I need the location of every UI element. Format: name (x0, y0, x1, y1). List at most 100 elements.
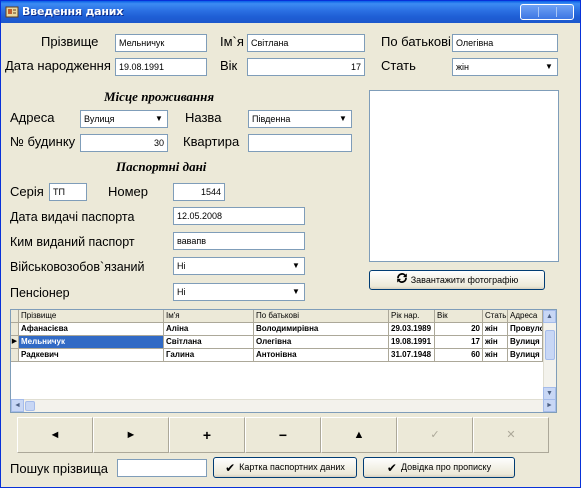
column-header[interactable]: Ім'я (164, 310, 254, 323)
table-cell[interactable]: Мельничук (19, 336, 164, 349)
sex-select[interactable]: жін ▼ (452, 58, 558, 76)
nav-insert-button[interactable]: + (169, 417, 245, 453)
issue-date-field[interactable]: 12.05.2008 (173, 207, 305, 225)
address-label: Адреса (10, 110, 55, 125)
birthdate-field[interactable]: 19.08.1991 (115, 58, 207, 76)
registration-certificate-button[interactable]: ✔ Довідка про прописку (363, 457, 515, 478)
birthdate-label: Дата народження (5, 58, 111, 73)
chevron-down-icon[interactable]: ▼ (152, 112, 166, 126)
search-input[interactable] (117, 459, 207, 477)
pensioner-label: Пенсіонер (10, 286, 70, 300)
street-select[interactable]: Південна ▼ (248, 110, 352, 128)
upload-photo-label: Завантажити фотографію (410, 275, 519, 285)
table-cell[interactable]: 31.07.1948 (389, 349, 435, 362)
series-field[interactable]: ТП (49, 183, 87, 201)
table-cell[interactable]: жін (483, 349, 508, 362)
scroll-right-icon[interactable]: ► (543, 399, 556, 412)
residence-heading: Місце проживання (104, 89, 215, 104)
table-row-selected[interactable]: ▶ Мельничук Світлана Олегівна 19.08.1991… (11, 336, 543, 349)
address-type-select[interactable]: Вулиця ▼ (80, 110, 168, 128)
table-cell[interactable]: 17 (435, 336, 483, 349)
table-cell[interactable]: Провулок (508, 323, 543, 336)
military-label: Військовозобов`язаний (10, 260, 145, 274)
app-window: Введення даних Прізвище Мельничук Ім`я С… (0, 0, 581, 488)
house-field[interactable]: 30 (80, 134, 168, 152)
title-bar: Введення даних (1, 1, 580, 23)
table-cell[interactable]: Олегівна (254, 336, 389, 349)
nav-cancel-button[interactable]: ✕ (473, 417, 549, 453)
military-select[interactable]: Ні ▼ (173, 257, 305, 275)
table-cell[interactable]: 20 (435, 323, 483, 336)
window-title: Введення даних (22, 5, 124, 18)
street-value: Південна (252, 114, 291, 124)
window-controls[interactable] (520, 4, 574, 20)
chevron-down-icon[interactable]: ▼ (336, 112, 350, 126)
issued-by-label: Ким виданий паспорт (10, 235, 135, 249)
chevron-down-icon[interactable]: ▼ (542, 60, 556, 74)
horizontal-scrollbar[interactable]: ◄ ► (11, 399, 556, 412)
number-field[interactable]: 1544 (173, 183, 225, 201)
apartment-field[interactable] (248, 134, 352, 152)
scroll-thumb[interactable] (545, 330, 555, 360)
table-cell[interactable]: Володимирівна (254, 323, 389, 336)
age-field[interactable]: 17 (247, 58, 365, 76)
address-type-value: Вулиця (84, 114, 115, 124)
nav-edit-button[interactable]: ▲ (321, 417, 397, 453)
number-label: Номер (108, 184, 149, 199)
nav-prior-button[interactable]: ◄ (17, 417, 93, 453)
column-header[interactable]: Стать (483, 310, 508, 323)
series-label: Серія (10, 184, 44, 199)
patronymic-field[interactable]: Олегівна (452, 34, 558, 52)
issued-by-field[interactable]: вавапв (173, 232, 305, 250)
column-header[interactable]: Рік нар. (389, 310, 435, 323)
table-cell[interactable]: жін (483, 323, 508, 336)
passport-heading: Паспортні дані (116, 159, 207, 174)
column-header[interactable]: По батькові (254, 310, 389, 323)
refresh-icon (396, 272, 408, 290)
table-cell[interactable]: Галина (164, 349, 254, 362)
persons-table[interactable]: Прізвище Ім'я По батькові Рік нар. Вік С… (10, 309, 557, 413)
military-value: Ні (177, 261, 186, 271)
pensioner-value: Ні (177, 287, 186, 297)
street-label: Назва (185, 110, 222, 125)
column-header[interactable]: Адреса (508, 310, 543, 323)
chevron-down-icon[interactable]: ▼ (289, 285, 303, 299)
age-label: Вік (220, 58, 238, 73)
table-row[interactable]: Радкевич Галина Антонівна 31.07.1948 60 … (11, 349, 543, 362)
nav-delete-button[interactable]: − (245, 417, 321, 453)
table-cell[interactable]: Вулиця (508, 336, 543, 349)
column-header[interactable]: Вік (435, 310, 483, 323)
upload-photo-button[interactable]: Завантажити фотографію (369, 270, 545, 290)
table-row[interactable]: Афанасієва Аліна Володимирівна 29.03.198… (11, 323, 543, 336)
sex-label: Стать (381, 58, 416, 73)
surname-field[interactable]: Мельничук (115, 34, 207, 52)
search-label: Пошук прізвища (10, 461, 109, 476)
scroll-left-icon[interactable]: ◄ (11, 399, 24, 412)
surname-label: Прізвище (41, 34, 99, 49)
table-cell[interactable]: Аліна (164, 323, 254, 336)
column-header[interactable]: Прізвище (19, 310, 164, 323)
table-cell[interactable]: 19.08.1991 (389, 336, 435, 349)
vertical-scrollbar[interactable]: ▲ ▼ (543, 310, 556, 400)
scroll-thumb[interactable] (25, 401, 35, 411)
name-field[interactable]: Світлана (247, 34, 365, 52)
app-icon (5, 6, 19, 18)
issue-date-label: Дата видачі паспорта (10, 210, 135, 224)
table-cell[interactable]: Антонівна (254, 349, 389, 362)
table-cell[interactable]: Афанасієва (19, 323, 164, 336)
scroll-up-icon[interactable]: ▲ (543, 310, 556, 323)
table-cell[interactable]: Радкевич (19, 349, 164, 362)
table-cell[interactable]: жін (483, 336, 508, 349)
record-navigator: ◄ ► + − ▲ ✓ ✕ (17, 417, 549, 453)
passport-card-button[interactable]: ✔ Картка паспортних даних (213, 457, 357, 478)
chevron-down-icon[interactable]: ▼ (289, 259, 303, 273)
pensioner-select[interactable]: Ні ▼ (173, 283, 305, 301)
table-cell[interactable]: Світлана (164, 336, 254, 349)
nav-next-button[interactable]: ► (93, 417, 169, 453)
sex-value: жін (456, 62, 469, 72)
table-cell[interactable]: Вулиця (508, 349, 543, 362)
nav-post-button[interactable]: ✓ (397, 417, 473, 453)
passport-card-label: Картка паспортних даних (239, 462, 345, 472)
table-cell[interactable]: 29.03.1989 (389, 323, 435, 336)
table-cell[interactable]: 60 (435, 349, 483, 362)
